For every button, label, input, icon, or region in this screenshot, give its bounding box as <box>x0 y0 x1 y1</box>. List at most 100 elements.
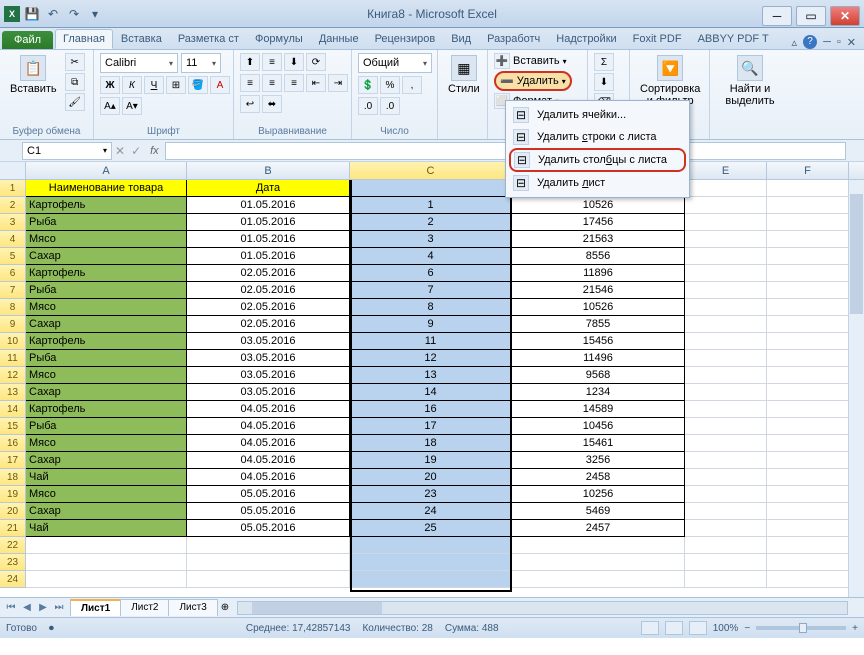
sheet-nav-first-icon[interactable]: ⏮ <box>4 602 18 613</box>
row-header[interactable]: 10 <box>0 333 26 350</box>
cell[interactable]: 10526 <box>512 299 685 316</box>
cell[interactable]: 14 <box>350 384 512 401</box>
cell[interactable]: Картофель <box>26 197 187 214</box>
view-layout-button[interactable] <box>665 621 683 635</box>
cell[interactable] <box>767 333 849 350</box>
number-format-combo[interactable]: Общий▾ <box>358 53 432 73</box>
cell[interactable] <box>685 469 767 486</box>
cell[interactable] <box>685 554 767 571</box>
cell[interactable] <box>767 231 849 248</box>
cell[interactable] <box>26 554 187 571</box>
column-header[interactable]: F <box>767 162 849 180</box>
cell[interactable]: Дата <box>187 180 350 197</box>
cell[interactable] <box>685 435 767 452</box>
cell[interactable]: 11896 <box>512 265 685 282</box>
cell[interactable]: 05.05.2016 <box>187 486 350 503</box>
cell[interactable]: 2457 <box>512 520 685 537</box>
format-painter-button[interactable]: 🖌 <box>65 93 85 111</box>
cell[interactable]: 17 <box>350 418 512 435</box>
wrap-text-button[interactable]: ↩ <box>240 95 260 113</box>
cell[interactable]: 15456 <box>512 333 685 350</box>
cell[interactable]: 01.05.2016 <box>187 197 350 214</box>
cell[interactable] <box>767 350 849 367</box>
orientation-button[interactable]: ⟳ <box>306 53 326 71</box>
help-icon[interactable]: ? <box>803 35 817 49</box>
cell[interactable]: Мясо <box>26 231 187 248</box>
row-header[interactable]: 22 <box>0 537 26 554</box>
cell[interactable]: 13 <box>350 367 512 384</box>
underline-button[interactable]: Ч <box>144 76 164 94</box>
border-button[interactable]: ⊞ <box>166 76 186 94</box>
sheet-tab[interactable]: Лист1 <box>70 599 121 616</box>
column-header[interactable]: A <box>26 162 187 180</box>
row-header[interactable]: 5 <box>0 248 26 265</box>
ribbon-tab[interactable]: ABBYY PDF T <box>690 29 777 49</box>
row-header[interactable]: 4 <box>0 231 26 248</box>
cell[interactable]: 11496 <box>512 350 685 367</box>
cell[interactable]: Рыба <box>26 282 187 299</box>
align-right-button[interactable]: ≡ <box>284 74 304 92</box>
cell[interactable]: 12 <box>350 350 512 367</box>
cell[interactable] <box>685 299 767 316</box>
cell[interactable]: 04.05.2016 <box>187 452 350 469</box>
cell[interactable] <box>685 503 767 520</box>
align-left-button[interactable]: ≡ <box>240 74 260 92</box>
worksheet-grid[interactable]: ABCDEFG 12345678910111213141516171819202… <box>0 162 864 598</box>
font-size-combo[interactable]: 11▾ <box>181 53 221 73</box>
row-header[interactable]: 23 <box>0 554 26 571</box>
cell[interactable]: Картофель <box>26 333 187 350</box>
row-header[interactable]: 8 <box>0 299 26 316</box>
sheet-tab[interactable]: Лист2 <box>120 599 169 616</box>
macro-record-icon[interactable]: ⏺ <box>49 623 54 634</box>
indent-dec-button[interactable]: ⇤ <box>306 74 326 92</box>
mdi-minimize-icon[interactable]: ─ <box>823 36 831 48</box>
cell[interactable] <box>767 197 849 214</box>
cell[interactable]: 17456 <box>512 214 685 231</box>
zoom-in-icon[interactable]: + <box>852 623 858 634</box>
sheet-tab[interactable]: Лист3 <box>168 599 217 616</box>
align-bottom-button[interactable]: ⬇ <box>284 53 304 71</box>
cell[interactable] <box>767 571 849 588</box>
ribbon-tab[interactable]: Рецензиров <box>367 29 444 49</box>
sheet-nav-prev-icon[interactable]: ◀ <box>20 602 34 613</box>
cell[interactable] <box>767 299 849 316</box>
cell[interactable]: 04.05.2016 <box>187 401 350 418</box>
maximize-button[interactable]: ▭ <box>796 6 826 26</box>
enter-icon[interactable]: ✓ <box>131 144 141 158</box>
cell[interactable] <box>512 571 685 588</box>
cell[interactable] <box>685 197 767 214</box>
cell[interactable]: 21563 <box>512 231 685 248</box>
cell[interactable]: 23 <box>350 486 512 503</box>
cell[interactable] <box>685 333 767 350</box>
row-header[interactable]: 12 <box>0 367 26 384</box>
cell[interactable]: 1234 <box>512 384 685 401</box>
cell[interactable] <box>767 452 849 469</box>
cell[interactable] <box>685 367 767 384</box>
cell[interactable] <box>187 537 350 554</box>
cell[interactable]: 4 <box>350 248 512 265</box>
cell[interactable]: Мясо <box>26 299 187 316</box>
cell[interactable] <box>685 180 767 197</box>
cell[interactable]: 16 <box>350 401 512 418</box>
cell[interactable] <box>685 486 767 503</box>
cut-button[interactable]: ✂ <box>65 53 85 71</box>
cell[interactable] <box>187 554 350 571</box>
cell[interactable]: 3 <box>350 231 512 248</box>
view-normal-button[interactable] <box>641 621 659 635</box>
cell[interactable]: 04.05.2016 <box>187 435 350 452</box>
ribbon-min-icon[interactable]: ▵ <box>792 36 798 49</box>
row-header[interactable]: 24 <box>0 571 26 588</box>
cell[interactable] <box>767 469 849 486</box>
cell[interactable] <box>350 571 512 588</box>
cell[interactable] <box>767 520 849 537</box>
horizontal-scrollbar[interactable] <box>237 601 848 615</box>
find-select-button[interactable]: 🔍 Найти и выделить <box>716 53 784 109</box>
row-header[interactable]: 1 <box>0 180 26 197</box>
cell[interactable]: Чай <box>26 469 187 486</box>
cell[interactable]: 03.05.2016 <box>187 384 350 401</box>
cell[interactable]: Сахар <box>26 503 187 520</box>
cell[interactable]: 25 <box>350 520 512 537</box>
cell[interactable]: 9568 <box>512 367 685 384</box>
cell[interactable]: Рыба <box>26 214 187 231</box>
cell[interactable]: Мясо <box>26 435 187 452</box>
